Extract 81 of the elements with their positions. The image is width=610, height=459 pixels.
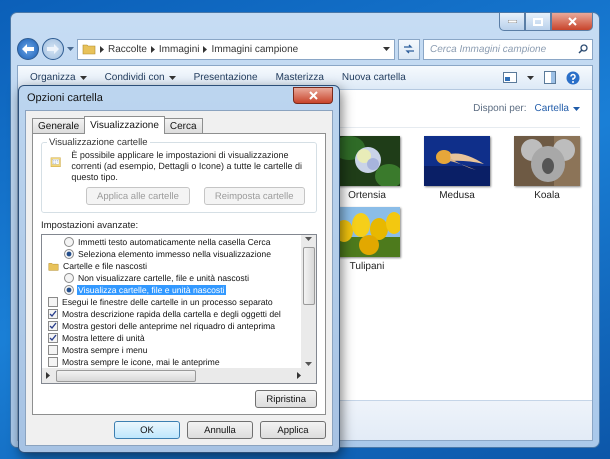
caret-icon [168, 76, 176, 80]
dialog-button[interactable]: Applica [260, 421, 326, 440]
tab[interactable]: Cerca [164, 118, 203, 134]
checkbox[interactable] [48, 297, 58, 308]
vertical-scrollbar[interactable] [301, 235, 316, 368]
chevron-icon [150, 46, 155, 52]
close-button[interactable] [551, 13, 593, 31]
folder-icon [82, 42, 96, 56]
maximize-icon [533, 18, 543, 26]
checkbox[interactable] [48, 321, 58, 332]
arrange-dropdown[interactable]: Cartella [534, 103, 580, 114]
caret-icon [80, 76, 87, 80]
setting-label[interactable]: Seleziona elemento immesso nella visualizzazione [77, 249, 272, 260]
description-text: È possibile applicare le impostazioni di visualizzazione correnti (ad esempio, Dettagli o Icone) a tutte le cartelle di questo tipo. [71, 150, 303, 182]
address-bar[interactable]: Raccolte Immagini Immagini campione [77, 38, 395, 60]
setting-label[interactable]: Mostra gestori delle anteprime nel riquadro di anteprima [61, 321, 276, 332]
setting-label[interactable]: Mostra lettere di unità [61, 333, 146, 344]
caret-icon [67, 47, 74, 51]
toolbar-button[interactable]: Condividi con [104, 72, 176, 83]
chevron-icon [203, 46, 208, 52]
chevron-icon [46, 372, 50, 380]
dialog-title: Opzioni cartella [26, 92, 103, 104]
toolbar-button[interactable]: Nuova cartella [342, 72, 406, 83]
group-title: Visualizzazione cartelle [47, 137, 150, 148]
restore-button[interactable]: Ripristina [255, 390, 317, 408]
group-label[interactable]: Cartelle e file nascosti [62, 261, 148, 272]
dialog-button[interactable]: OK [114, 421, 180, 440]
chevron-icon [100, 46, 104, 52]
setting-label[interactable]: Esegui le finestre delle cartelle in un processo separato [61, 297, 274, 308]
forward-arrow-icon [47, 44, 59, 54]
folder-icon [48, 260, 59, 272]
setting-label[interactable]: Mostra sempre i menu [61, 345, 148, 356]
radio-button[interactable] [64, 285, 74, 296]
view-icon[interactable] [503, 72, 517, 83]
radio-button[interactable] [64, 237, 74, 248]
close-icon [308, 90, 318, 100]
file-name[interactable]: Tulipani [350, 261, 384, 272]
file-name[interactable]: Ortensia [348, 190, 386, 201]
file-name[interactable]: Medusa [439, 190, 475, 201]
horizontal-scrollbar[interactable] [42, 368, 316, 384]
caret-icon [383, 47, 390, 51]
chevron-icon [297, 372, 301, 380]
breadcrumb-item[interactable]: Immagini [158, 44, 200, 54]
preview-pane-icon[interactable] [544, 71, 556, 84]
caret-icon [305, 237, 312, 242]
maximize-button[interactable] [525, 13, 551, 31]
close-button[interactable] [293, 86, 333, 104]
tab[interactable]: Generale [32, 118, 86, 134]
search-field[interactable]: Cerca Immagini campione [423, 38, 593, 60]
radio-button[interactable] [64, 273, 74, 284]
toolbar-button[interactable]: Organizza [30, 72, 87, 83]
setting-label[interactable]: Immetti testo automaticamente nella casella Cerca [77, 237, 272, 248]
checkbox[interactable] [48, 345, 58, 356]
checkbox[interactable] [48, 333, 58, 344]
help-icon[interactable] [566, 70, 580, 84]
setting-label[interactable]: Non visualizzare cartelle, file e unità nascosti [77, 273, 250, 284]
dialog-button[interactable]: Annulla [187, 421, 253, 440]
minimize-icon [508, 20, 516, 23]
minimize-button[interactable] [499, 13, 525, 31]
close-icon [568, 17, 576, 26]
radio-button[interactable] [64, 249, 74, 260]
caret-icon [527, 76, 534, 80]
arrange-label: Disponi per: [473, 103, 527, 114]
back-button[interactable] [17, 38, 39, 60]
section-label: Impostazioni avanzate: [41, 220, 140, 232]
forward-button[interactable] [42, 38, 64, 60]
setting-label[interactable]: Mostra descrizione rapida della cartella e degli oggetti del [61, 309, 282, 320]
file-name[interactable]: Koala [534, 190, 560, 201]
setting-label[interactable]: Mostra sempre le icone, mai le anteprime [61, 357, 221, 368]
back-arrow-icon [22, 44, 34, 54]
breadcrumb-item[interactable]: Immagini campione [211, 44, 298, 54]
tab[interactable]: Visualizzazione [84, 116, 165, 134]
checkbox[interactable] [48, 357, 58, 368]
checkbox[interactable] [48, 309, 58, 320]
toolbar-button[interactable]: Masterizza [276, 72, 324, 83]
search-icon [578, 44, 588, 54]
breadcrumb-item[interactable]: Raccolte [108, 44, 147, 54]
refresh-icon [403, 44, 415, 54]
caret-icon [573, 106, 580, 110]
refresh-button[interactable] [398, 38, 420, 60]
toolbar-button[interactable]: Presentazione [194, 72, 258, 83]
